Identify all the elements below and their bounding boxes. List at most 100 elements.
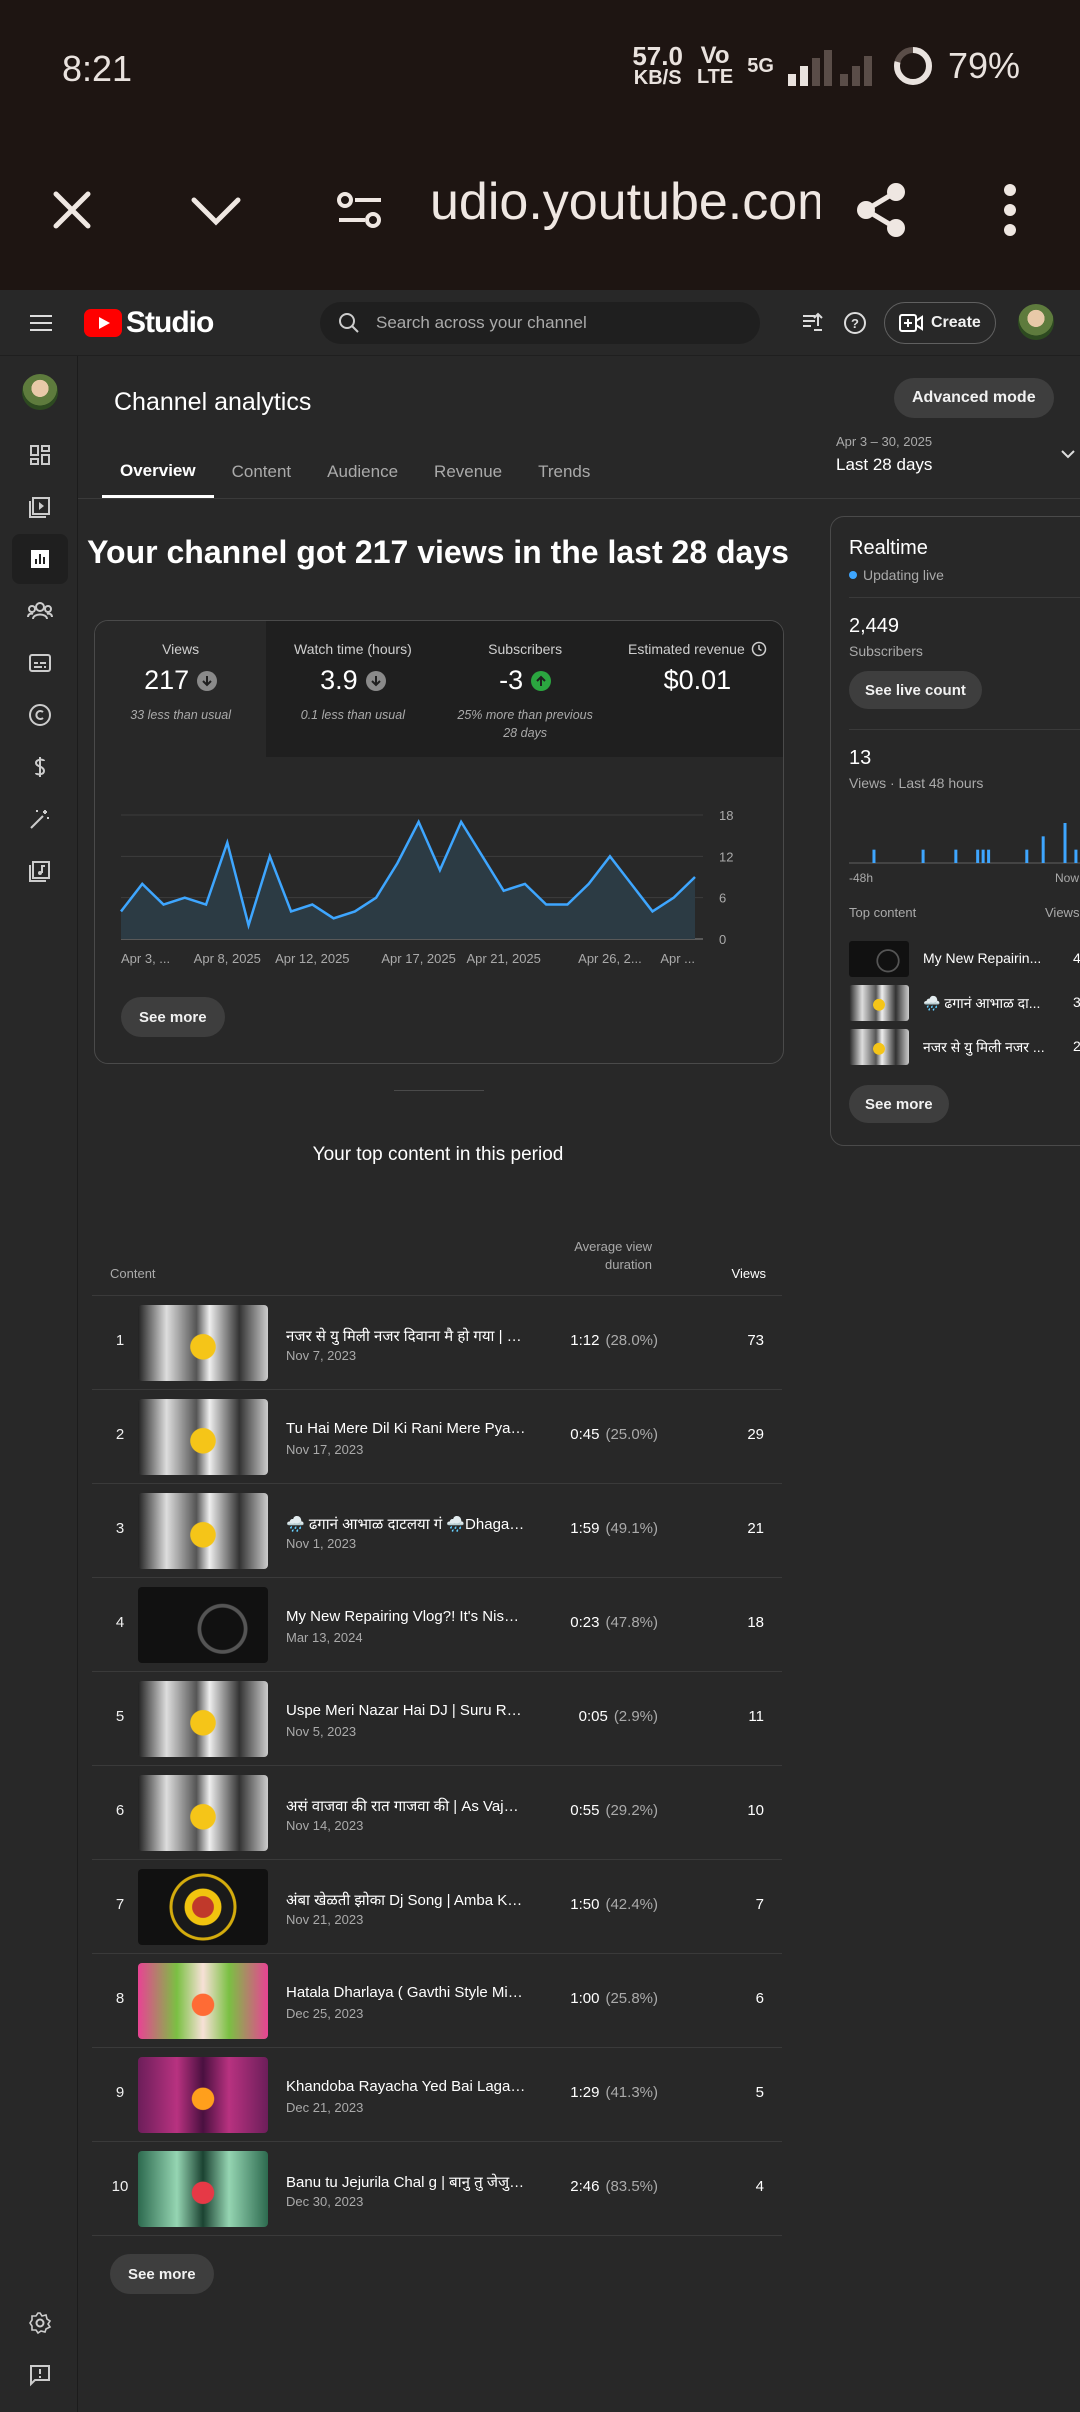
video-title[interactable]: Hatala Dharlaya ( Gavthi Style Mix ) ...	[286, 1984, 526, 2001]
see-more-button[interactable]: See more	[121, 997, 225, 1037]
realtime-list-item[interactable]: 🌧️ ढगानं आभाळ दा... 3	[849, 985, 1080, 1021]
see-live-count-button[interactable]: See live count	[849, 671, 982, 709]
table-row[interactable]: 6 असं वाजवा की रात गाजवा की | As Vajva ..…	[92, 1766, 782, 1860]
table-row[interactable]: 7 अंबा खेळती झोका Dj Song | Amba Khel... N…	[92, 1860, 782, 1954]
sidebar-item-content[interactable]	[12, 482, 68, 532]
data-point[interactable]	[434, 864, 446, 876]
data-point[interactable]	[136, 878, 148, 890]
table-row[interactable]: 3 🌧️ ढगानं आभाळ दाटलया गं 🌧️Dhagan ... Nov…	[92, 1484, 782, 1578]
tab-revenue[interactable]: Revenue	[416, 446, 520, 498]
realtime-bar[interactable]	[872, 849, 876, 863]
column-header-avg-view-duration[interactable]: Average view duration	[532, 1238, 652, 1274]
video-thumbnail[interactable]	[138, 1305, 268, 1381]
video-title[interactable]: Khandoba Rayacha Yed Bai Lagal Dj...	[286, 2078, 526, 2095]
video-thumbnail[interactable]	[138, 1869, 268, 1945]
sidebar-item-customization[interactable]	[12, 794, 68, 844]
data-point[interactable]	[200, 899, 212, 911]
data-point[interactable]	[561, 899, 573, 911]
see-more-button[interactable]: See more	[110, 2254, 214, 2294]
realtime-bar[interactable]	[921, 849, 925, 863]
help-icon[interactable]: ?	[842, 310, 868, 336]
data-point[interactable]	[604, 850, 616, 862]
sidebar-item-analytics[interactable]	[12, 534, 68, 584]
tab-overview[interactable]: Overview	[102, 446, 214, 498]
see-more-button[interactable]: See more	[849, 1085, 949, 1123]
table-row[interactable]: 9 Khandoba Rayacha Yed Bai Lagal Dj... Dec…	[92, 2048, 782, 2142]
sidebar-item-copyright[interactable]	[12, 690, 68, 740]
tab-trends[interactable]: Trends	[520, 446, 608, 498]
video-thumbnail[interactable]	[138, 1775, 268, 1851]
date-range-picker[interactable]: Apr 3 – 30, 2025 Last 28 days	[836, 434, 932, 475]
sidebar-item-audio-library[interactable]	[12, 846, 68, 896]
data-point[interactable]	[540, 899, 552, 911]
video-title[interactable]: असं वाजवा की रात गाजवा की | As Vajva ...	[286, 1796, 526, 1816]
share-button[interactable]	[842, 170, 922, 250]
site-settings-button[interactable]	[320, 170, 400, 250]
data-point[interactable]	[455, 816, 467, 828]
data-point[interactable]	[179, 892, 191, 904]
data-point[interactable]	[328, 912, 340, 924]
menu-button[interactable]	[26, 308, 56, 338]
realtime-list-item[interactable]: My New Repairin... 4	[849, 941, 1080, 977]
chevron-down-icon[interactable]	[1060, 448, 1076, 460]
video-thumbnail[interactable]	[138, 1587, 268, 1663]
video-thumbnail[interactable]	[138, 1493, 268, 1569]
table-row[interactable]: 5 Uspe Meri Nazar Hai DJ | Suru Ru R... No…	[92, 1672, 782, 1766]
url-text[interactable]: udio.youtube.com	[430, 172, 820, 232]
data-point[interactable]	[306, 899, 318, 911]
table-row[interactable]: 4 My New Repairing Vlog?! It's Nisha ... M…	[92, 1578, 782, 1672]
video-thumbnail[interactable]	[138, 1963, 268, 2039]
data-point[interactable]	[391, 857, 403, 869]
advanced-mode-button[interactable]: Advanced mode	[894, 378, 1054, 418]
sidebar-item-subtitles[interactable]	[12, 638, 68, 688]
video-thumbnail[interactable]	[138, 1681, 268, 1757]
video-thumbnail[interactable]	[138, 2057, 268, 2133]
realtime-bar[interactable]	[1041, 836, 1045, 863]
data-point[interactable]	[264, 850, 276, 862]
tab-content[interactable]: Content	[214, 446, 310, 498]
video-title[interactable]: Tu Hai Mere Dil Ki Rani Mere Pyar Ki...	[286, 1420, 526, 1437]
data-point[interactable]	[689, 871, 701, 883]
realtime-bar[interactable]	[976, 849, 980, 863]
data-point[interactable]	[349, 905, 361, 917]
feedback-list-icon[interactable]	[800, 310, 826, 336]
realtime-bar[interactable]	[981, 849, 985, 863]
data-point[interactable]	[158, 899, 170, 911]
video-title[interactable]: Uspe Meri Nazar Hai DJ | Suru Ru R...	[286, 1702, 526, 1719]
data-point[interactable]	[221, 837, 233, 849]
sidebar-item-feedback[interactable]	[12, 2350, 68, 2400]
data-point[interactable]	[583, 878, 595, 890]
video-title[interactable]: अंबा खेळती झोका Dj Song | Amba Khel...	[286, 1890, 526, 1910]
table-row[interactable]: 10 Banu tu Jejurila Chal g | बानु तु जेजु…	[92, 2142, 782, 2236]
account-avatar[interactable]	[1018, 304, 1054, 340]
data-point[interactable]	[370, 892, 382, 904]
table-row[interactable]: 2 Tu Hai Mere Dil Ki Rani Mere Pyar Ki...…	[92, 1390, 782, 1484]
studio-logo[interactable]: Studio	[84, 306, 214, 340]
realtime-bar[interactable]	[1074, 849, 1078, 863]
realtime-bar[interactable]	[1025, 849, 1029, 863]
metric-tile-views[interactable]: Views 217 33 less than usual	[95, 621, 268, 757]
data-point[interactable]	[668, 892, 680, 904]
video-thumbnail[interactable]	[138, 1399, 268, 1475]
sidebar-item-earn[interactable]	[12, 742, 68, 792]
metric-tile-subscribers[interactable]: Subscribers -3 25% more than previous 28…	[439, 621, 612, 757]
table-row[interactable]: 8 Hatala Dharlaya ( Gavthi Style Mix ) ..…	[92, 1954, 782, 2048]
browser-menu-button[interactable]	[970, 170, 1050, 250]
data-point[interactable]	[498, 885, 510, 897]
video-title[interactable]: My New Repairing Vlog?! It's Nisha ...	[286, 1608, 526, 1625]
column-header-views[interactable]: Views	[732, 1266, 766, 1281]
sidebar-item-dashboard[interactable]	[12, 430, 68, 480]
data-point[interactable]	[243, 919, 255, 931]
data-point[interactable]	[285, 905, 297, 917]
video-title[interactable]: 🌧️ ढगानं आभाळ दाटलया गं 🌧️Dhagan ...	[286, 1514, 526, 1534]
metric-tile-revenue[interactable]: Estimated revenue $0.01	[611, 621, 783, 757]
realtime-list-item[interactable]: नजर से यु मिली नजर ... 2	[849, 1029, 1080, 1065]
video-thumbnail[interactable]	[138, 2151, 268, 2227]
sidebar-item-settings[interactable]	[12, 2298, 68, 2348]
channel-avatar[interactable]	[22, 374, 58, 410]
data-point[interactable]	[413, 816, 425, 828]
search-bar[interactable]: Search across your channel	[320, 302, 760, 344]
minimize-button[interactable]	[176, 170, 256, 250]
sidebar-item-community[interactable]	[12, 586, 68, 636]
video-title[interactable]: नजर से यु मिली नजर दिवाना मै हो गया | Na…	[286, 1326, 526, 1346]
